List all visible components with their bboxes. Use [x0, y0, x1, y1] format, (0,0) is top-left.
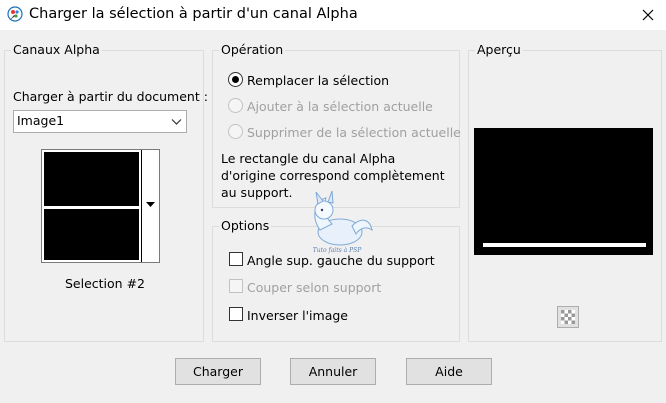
document-select-value: Image1	[17, 113, 65, 128]
paintshop-pro-icon	[7, 6, 23, 22]
channel-thumb-bottom	[44, 209, 139, 260]
load-button[interactable]: Charger	[175, 358, 261, 385]
channel-thumbnail[interactable]	[41, 149, 160, 263]
preview-legend: Aperçu	[475, 42, 523, 57]
watermark-fox-image: Tuto faits à PSP	[313, 190, 373, 254]
checkbox-crop-to-canvas-label[interactable]: Couper selon support	[247, 280, 381, 295]
close-icon	[642, 9, 654, 21]
help-button[interactable]: Aide	[406, 358, 492, 385]
options-legend: Options	[219, 218, 272, 233]
channel-thumb-top	[44, 152, 139, 206]
preview-canvas	[474, 128, 653, 255]
svg-text:Tuto faits à PSP: Tuto faits à PSP	[313, 247, 363, 254]
load-button-label: Charger	[193, 364, 243, 379]
radio-selected-dot	[232, 76, 239, 83]
load-from-document-label: Charger à partir du document :	[13, 89, 208, 104]
selection-name: Selection #2	[65, 276, 146, 291]
radio-add[interactable]	[228, 98, 243, 113]
help-button-label: Aide	[435, 364, 463, 379]
operation-legend: Opération	[219, 42, 286, 57]
alpha-channels-legend: Canaux Alpha	[11, 42, 102, 57]
chevron-down-icon	[171, 119, 182, 125]
operation-info-line-2: d'origine correspond complètement	[221, 168, 445, 183]
document-select[interactable]: Image1	[13, 110, 187, 133]
channel-thumb-divider	[141, 150, 142, 262]
checkbox-top-left-corner[interactable]	[229, 252, 243, 266]
close-button[interactable]	[636, 3, 660, 27]
radio-replace-label[interactable]: Remplacer la sélection	[247, 73, 389, 88]
preview-selection-line	[483, 243, 646, 247]
scroll-down-arrow-icon[interactable]	[146, 202, 155, 208]
checkbox-invert[interactable]	[229, 307, 243, 321]
operation-info-line-1: Le rectangle du canal Alpha	[221, 151, 396, 166]
checkbox-crop-to-canvas[interactable]	[229, 279, 243, 293]
radio-subtract-label[interactable]: Supprimer de la sélection actuelle	[247, 125, 461, 140]
checkerboard-icon	[561, 310, 575, 324]
radio-add-label[interactable]: Ajouter à la sélection actuelle	[247, 99, 433, 114]
cancel-button-label: Annuler	[308, 364, 358, 379]
cancel-button[interactable]: Annuler	[290, 358, 376, 385]
title-bar: Charger la sélection à partir d'un canal…	[0, 0, 666, 30]
radio-replace[interactable]	[228, 72, 243, 87]
preview-background-button[interactable]	[557, 306, 579, 328]
window-title: Charger la sélection à partir d'un canal…	[29, 6, 358, 22]
checkbox-invert-label[interactable]: Inverser l'image	[247, 308, 348, 323]
radio-subtract[interactable]	[228, 124, 243, 139]
